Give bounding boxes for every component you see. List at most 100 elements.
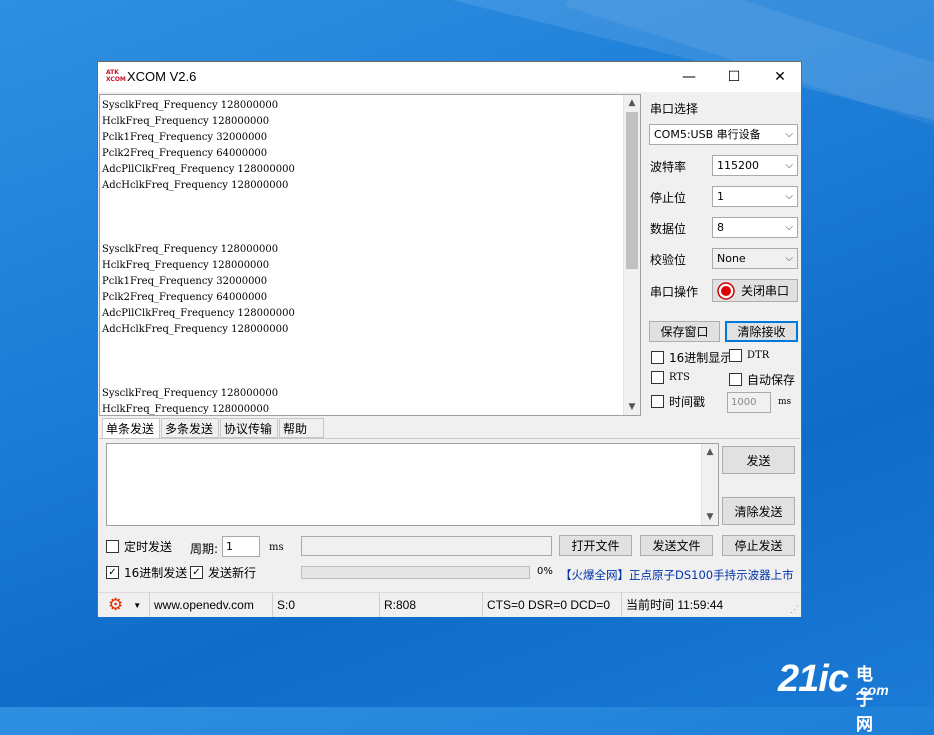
chevron-down-icon: ⌵ <box>785 160 793 171</box>
port-op-label: 串口操作 <box>650 285 699 299</box>
data-bits-select[interactable]: 8 ⌵ <box>712 217 798 238</box>
progress-percent: 0% <box>537 566 553 577</box>
xcom-window: ATK XCOM XCOM V2.6 — ☐ ✕ SysclkFreq_Frequ… <box>97 61 802 617</box>
website-link[interactable]: www.openedv.com <box>149 593 272 617</box>
send-scrollbar[interactable]: ▲ ▼ <box>701 444 718 525</box>
gear-icon: ⚙ <box>108 595 124 614</box>
receive-text: SysclkFreq_Frequency 128000000 HclkFreq_… <box>102 100 295 415</box>
settings-menu-button[interactable]: ⚙ ▼ <box>108 596 146 614</box>
receive-scrollbar[interactable]: ▲ ▼ <box>623 95 640 415</box>
app-logo: ATK XCOM <box>106 69 126 83</box>
timed-send-label: 定时发送 <box>124 540 173 554</box>
stop-bits-value: 1 <box>717 190 724 203</box>
checkbox-box[interactable] <box>106 540 119 553</box>
port-select[interactable]: COM5:USB 串行设备 ⌵ <box>649 124 798 145</box>
tab-single-send[interactable]: 单条发送 <box>102 418 160 439</box>
port-label: 串口选择 <box>650 102 699 116</box>
dropdown-arrow-icon: ▼ <box>133 600 142 610</box>
period-input[interactable]: 1 <box>222 536 260 557</box>
maximize-icon: ☐ <box>727 69 741 85</box>
timestamp-interval-input[interactable]: 1000 <box>727 392 771 413</box>
auto-save-checkbox[interactable]: 自动保存 <box>729 371 795 388</box>
current-time: 当前时间 11:59:44 <box>621 593 781 617</box>
checkbox-box[interactable]: ✓ <box>106 566 119 579</box>
timestamp-checkbox[interactable]: 时间戳 <box>651 393 705 410</box>
hex-display-checkbox[interactable]: 16进制显示 <box>651 349 732 366</box>
minimize-icon: — <box>682 69 696 85</box>
timestamp-unit: ms <box>778 397 792 407</box>
close-icon: ✕ <box>774 69 786 85</box>
chevron-down-icon: ⌵ <box>785 253 793 264</box>
checkbox-box[interactable] <box>651 371 664 384</box>
baud-select[interactable]: 115200 ⌵ <box>712 155 798 176</box>
rts-checkbox[interactable]: RTS <box>651 371 690 384</box>
record-icon <box>717 281 735 300</box>
hex-send-checkbox[interactable]: ✓ 16进制发送 <box>106 564 187 581</box>
send-label: 发送 <box>746 453 771 468</box>
baud-value: 115200 <box>717 159 759 172</box>
close-button[interactable]: ✕ <box>757 62 803 92</box>
received-count: R:808 <box>379 593 482 617</box>
timed-send-checkbox[interactable]: 定时发送 <box>106 538 172 555</box>
period-unit: ms <box>269 542 284 553</box>
send-newline-checkbox[interactable]: ✓ 发送新行 <box>190 564 256 581</box>
tab-help[interactable]: 帮助 <box>279 418 324 438</box>
baud-label: 波特率 <box>650 160 687 174</box>
checkbox-box[interactable] <box>729 373 742 386</box>
timestamp-label: 时间戳 <box>669 395 706 409</box>
title-bar[interactable]: ATK XCOM XCOM V2.6 — ☐ ✕ <box>98 62 801 92</box>
close-port-button[interactable]: 关闭串口 <box>712 279 798 302</box>
resize-grip-icon[interactable]: ⋰ <box>790 604 799 615</box>
open-file-label: 打开文件 <box>571 539 620 553</box>
ad-link[interactable]: 【火爆全网】正点原子DS100手持示波器上市 <box>560 567 794 583</box>
tab-divider <box>99 438 800 439</box>
parity-value: None <box>717 252 746 265</box>
chevron-down-icon: ⌵ <box>785 222 793 233</box>
hex-send-label: 16进制发送 <box>124 566 188 580</box>
maximize-button[interactable]: ☐ <box>711 62 757 92</box>
status-bar: ⚙ ▼ www.openedv.com S:0 R:808 CTS=0 DSR=… <box>98 592 801 617</box>
parity-select[interactable]: None ⌵ <box>712 248 798 269</box>
auto-save-label: 自动保存 <box>747 373 796 387</box>
scroll-down-icon[interactable]: ▼ <box>702 509 718 525</box>
chevron-down-icon: ⌵ <box>785 129 793 140</box>
clear-receive-button[interactable]: 清除接收 <box>725 321 798 342</box>
sent-count: S:0 <box>272 593 379 617</box>
checkbox-box[interactable] <box>651 351 664 364</box>
clear-send-button[interactable]: 清除发送 <box>722 497 795 525</box>
scroll-down-icon[interactable]: ▼ <box>624 399 640 415</box>
open-file-button[interactable]: 打开文件 <box>559 535 632 556</box>
hex-display-label: 16进制显示 <box>669 351 733 365</box>
scroll-up-icon[interactable]: ▲ <box>702 444 718 460</box>
site-watermark: 21ic 电子网 .com <box>778 658 889 734</box>
data-bits-label: 数据位 <box>650 222 687 236</box>
send-input[interactable]: ▲ ▼ <box>106 443 719 526</box>
receive-area[interactable]: SysclkFreq_Frequency 128000000 HclkFreq_… <box>99 94 641 416</box>
send-button[interactable]: 发送 <box>722 446 795 474</box>
clear-receive-label: 清除接收 <box>737 325 786 339</box>
data-bits-value: 8 <box>717 221 724 234</box>
save-window-button[interactable]: 保存窗口 <box>649 321 720 342</box>
stop-bits-select[interactable]: 1 ⌵ <box>712 186 798 207</box>
send-progress-bar <box>301 566 530 579</box>
file-path-input[interactable] <box>301 536 552 556</box>
dtr-checkbox[interactable]: DTR <box>729 349 769 362</box>
checkbox-box[interactable] <box>729 349 742 362</box>
chevron-down-icon: ⌵ <box>785 191 793 202</box>
scroll-up-icon[interactable]: ▲ <box>624 95 640 111</box>
send-file-button[interactable]: 发送文件 <box>640 535 713 556</box>
scroll-thumb[interactable] <box>626 112 638 269</box>
stop-send-label: 停止发送 <box>734 539 783 553</box>
port-value: COM5:USB 串行设备 <box>654 128 761 141</box>
minimize-button[interactable]: — <box>666 62 712 92</box>
dtr-label: DTR <box>747 350 770 361</box>
checkbox-box[interactable]: ✓ <box>190 566 203 579</box>
tab-protocol[interactable]: 协议传输 <box>220 418 278 438</box>
watermark-brand: 21ic <box>778 658 849 700</box>
window-title: XCOM V2.6 <box>127 69 197 84</box>
tab-multi-send[interactable]: 多条发送 <box>161 418 219 438</box>
checkbox-box[interactable] <box>651 395 664 408</box>
stop-send-button[interactable]: 停止发送 <box>722 535 795 556</box>
stop-bits-label: 停止位 <box>650 191 687 205</box>
save-window-label: 保存窗口 <box>660 325 709 339</box>
